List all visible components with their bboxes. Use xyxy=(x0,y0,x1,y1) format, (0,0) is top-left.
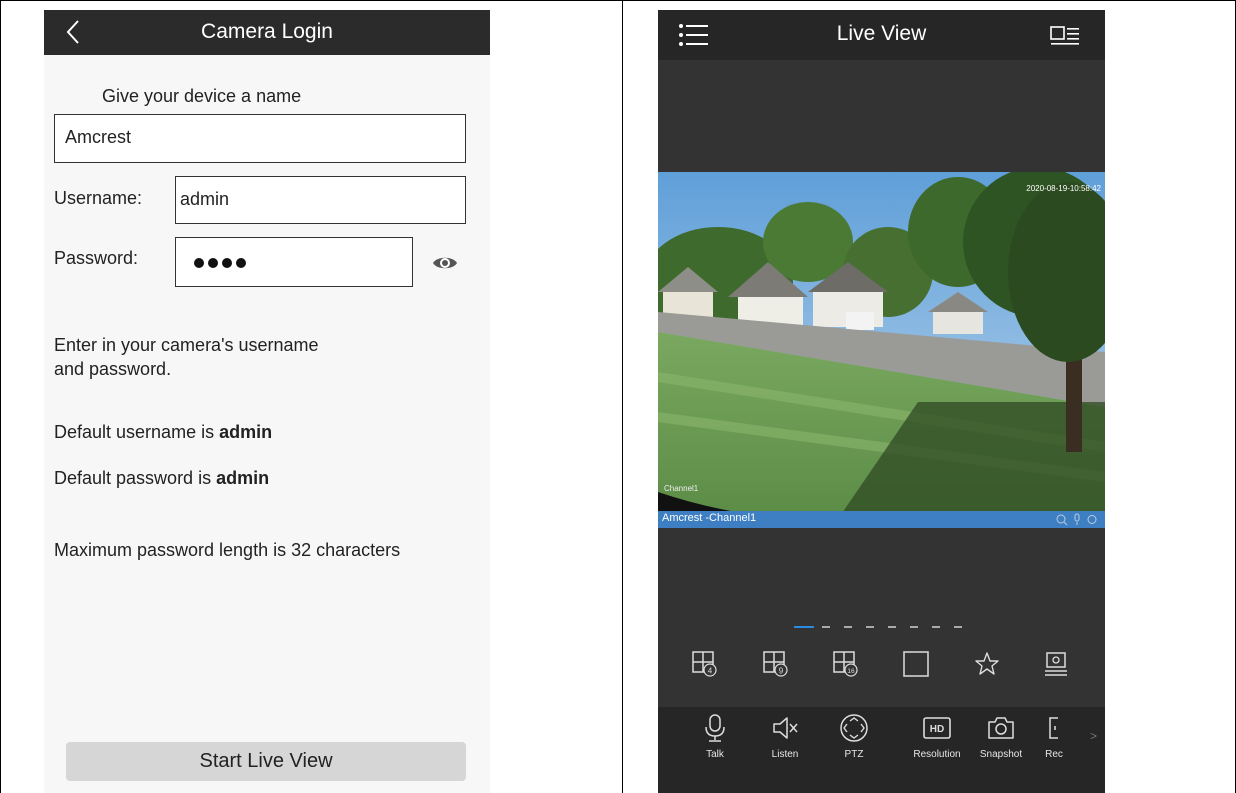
record-icon xyxy=(1049,717,1058,739)
listen-label: Listen xyxy=(771,749,799,760)
zoom-icon xyxy=(1056,514,1068,526)
page-dot[interactable] xyxy=(888,626,896,628)
login-header: Camera Login xyxy=(44,10,490,55)
page-dot[interactable] xyxy=(932,626,940,628)
device-settings-icon[interactable] xyxy=(1042,650,1070,678)
page-dot[interactable] xyxy=(910,626,918,628)
split-16-icon[interactable]: 16 xyxy=(832,650,860,678)
page-dot[interactable] xyxy=(822,626,830,628)
page-dot[interactable] xyxy=(844,626,852,628)
live-view-screen: Live View 2020-08-19-10:58:42 Channel1 A… xyxy=(658,10,1105,793)
channel-status-icons xyxy=(1056,513,1097,526)
channel-name: Amcrest -Channel1 xyxy=(662,512,757,524)
default-username-text: Default username is admin xyxy=(54,420,272,444)
camera-video-feed[interactable]: 2020-08-19-10:58:42 Channel1 xyxy=(658,172,1105,519)
password-mask xyxy=(194,258,246,268)
channel-bar[interactable]: Amcrest -Channel1 xyxy=(658,511,1105,528)
start-live-view-button[interactable]: Start Live View xyxy=(66,742,466,781)
page-dot-active[interactable] xyxy=(794,626,814,628)
talk-label: Talk xyxy=(706,749,724,760)
hd-badge: HD xyxy=(930,724,944,735)
default-username-prefix: Default username is xyxy=(54,422,220,442)
ptz-label: PTZ xyxy=(844,749,864,760)
talk-button[interactable]: Talk xyxy=(685,713,745,760)
live-view-header: Live View xyxy=(658,10,1105,60)
snapshot-button[interactable]: Snapshot xyxy=(971,713,1031,760)
password-label: Password: xyxy=(54,248,139,268)
table-border-middle xyxy=(622,0,623,793)
info-line-1: Enter in your camera's username xyxy=(54,335,319,355)
record-button[interactable]: Rec xyxy=(1034,713,1074,760)
device-name-field[interactable]: Amcrest xyxy=(54,114,466,163)
bottom-toolbar: Talk Listen PTZ HD Resolution Snapshot R… xyxy=(658,707,1105,793)
layout-bar: 4 9 16 xyxy=(658,650,1105,696)
mic-icon xyxy=(1074,513,1080,525)
default-password-text: Default password is admin xyxy=(54,466,269,490)
split-4-badge: 4 xyxy=(708,667,713,676)
device-list-icon[interactable] xyxy=(1050,24,1080,46)
device-name-label: Give your device a name xyxy=(102,86,302,106)
more-tools-indicator[interactable]: > xyxy=(1090,729,1097,743)
split-9-icon[interactable]: 9 xyxy=(762,650,790,678)
max-length-text: Maximum password length is 32 characters xyxy=(54,540,401,560)
ptz-icon xyxy=(840,714,868,742)
resolution-label: Resolution xyxy=(913,749,961,760)
username-label: Username: xyxy=(54,188,143,208)
camera-icon xyxy=(988,717,1014,739)
username-field[interactable]: admin xyxy=(175,176,466,224)
table-border-top xyxy=(0,0,1236,1)
record-label: Rec xyxy=(1045,749,1063,760)
table-border-left xyxy=(0,0,1,793)
snapshot-label: Snapshot xyxy=(979,749,1023,760)
speaker-mute-icon xyxy=(773,717,798,739)
ptz-button[interactable]: PTZ xyxy=(824,713,884,760)
default-password-value: admin xyxy=(216,468,270,488)
page-dot[interactable] xyxy=(866,626,874,628)
listen-button[interactable]: Listen xyxy=(755,713,815,760)
split-4-icon[interactable]: 4 xyxy=(691,650,719,678)
favorite-star-icon[interactable] xyxy=(973,650,1001,678)
video-watermark: Channel1 xyxy=(664,484,699,493)
eye-icon[interactable] xyxy=(432,253,458,273)
live-view-title: Live View xyxy=(836,22,927,45)
split-16-badge: 16 xyxy=(847,668,855,675)
resolution-button[interactable]: HD Resolution xyxy=(907,713,967,760)
record-icon xyxy=(1087,515,1097,524)
default-password-prefix: Default password is xyxy=(54,468,217,488)
hd-icon: HD xyxy=(923,717,951,739)
login-title: Camera Login xyxy=(201,20,333,43)
video-timestamp: 2020-08-19-10:58:42 xyxy=(1026,184,1101,193)
single-view-icon[interactable] xyxy=(902,650,930,678)
camera-login-screen: Camera Login Give your device a name Amc… xyxy=(44,10,490,793)
microphone-icon xyxy=(705,714,725,742)
split-9-badge: 9 xyxy=(779,667,784,676)
video-image xyxy=(658,172,1105,519)
info-line-2: and password. xyxy=(54,359,172,379)
default-username-value: admin xyxy=(219,422,273,442)
page-dot[interactable] xyxy=(954,626,962,628)
